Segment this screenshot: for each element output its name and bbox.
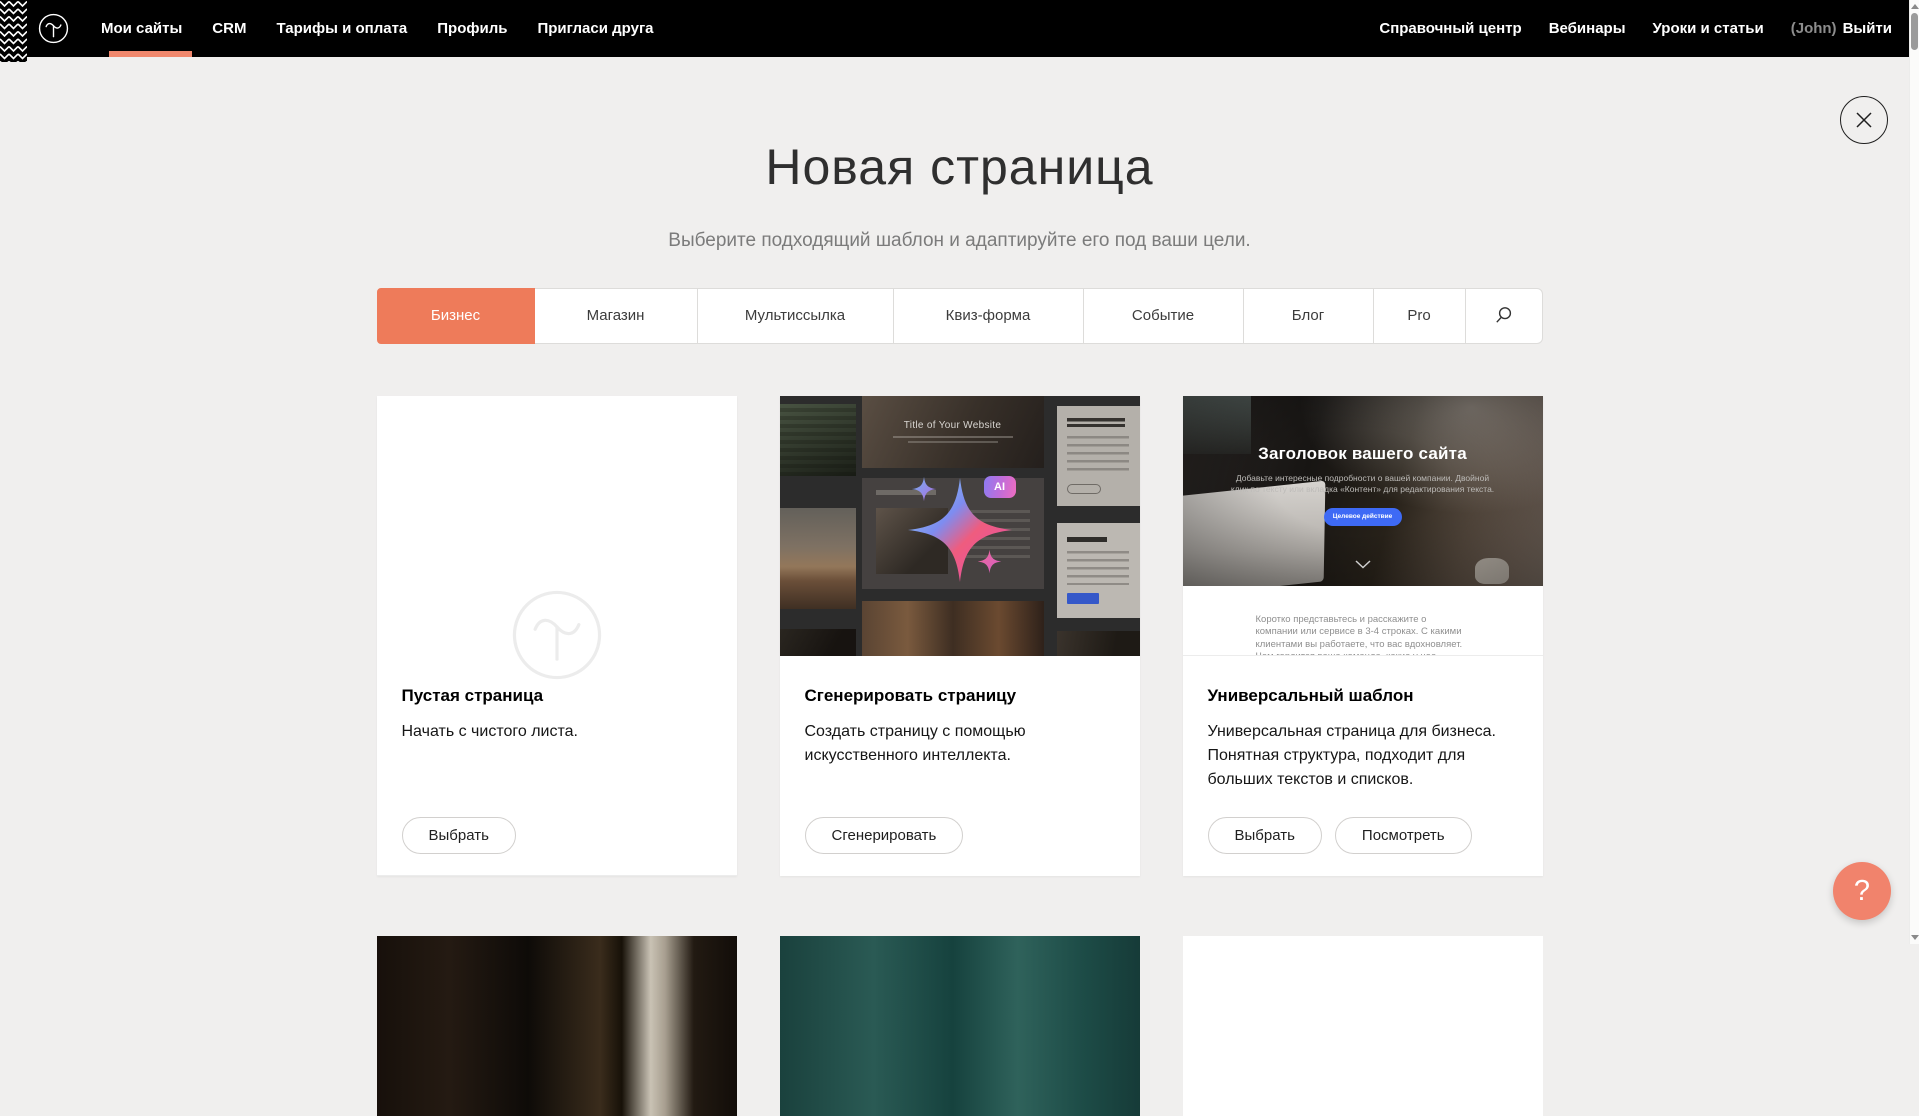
new-page-dialog: Новая страница Выберите подходящий шабло… [377,0,1543,1116]
generate-button[interactable]: Сгенерировать [805,817,964,854]
card-actions: Выбрать [402,817,516,854]
card-title: Пустая страница [402,686,712,706]
ai-badge: AI [984,476,1016,498]
collage-tile [780,508,856,609]
card-title: Сгенерировать страницу [805,686,1115,706]
collage-tile [1057,631,1140,656]
nav-item-invite-friend[interactable]: Пригласи друга [537,0,653,57]
card-description: Универсальная страница для бизнеса. Поня… [1208,720,1518,792]
collage-tile [780,629,856,656]
zigzag-pattern-decoration [0,0,27,62]
scrollbar-thumb[interactable] [1911,13,1918,50]
choose-button[interactable]: Выбрать [402,817,516,854]
card-body: Сгенерировать страницу Создать страницу … [780,656,1140,876]
tab-event[interactable]: Событие [1084,288,1244,344]
card-body: Пустая страница Начать с чистого листа. … [377,656,737,876]
ai-collage-preview: Title of Your Website [780,396,1140,656]
ai-sparkle-small-icon [911,476,937,507]
nav-item-logout[interactable]: (John) Выйти [1791,0,1892,57]
collage-tile [1057,406,1140,506]
ai-sparkle-small-icon [977,549,1002,579]
page-subtitle: Выберите подходящий шаблон и адаптируйте… [377,230,1543,252]
hero-cta-button: Целевое действие [1324,508,1402,526]
nav-item-lessons[interactable]: Уроки и статьи [1653,0,1764,57]
main-nav: Мои сайты CRM Тарифы и оплата Профиль Пр… [101,0,654,57]
card-actions: Сгенерировать [805,817,964,854]
template-category-tabs: Бизнес Магазин Мультиссылка Квиз-форма С… [377,288,1543,344]
hero-subtitle: Добавьте интересные подробности о вашей … [1227,473,1499,495]
close-icon [1854,110,1874,130]
template-intro-section: Коротко представьтесь и расскажите о ком… [1183,586,1543,656]
collage-tile [780,404,856,476]
template-hero-preview: Заголовок вашего сайта Добавьте интересн… [1183,396,1543,586]
hero-title: Заголовок вашего сайта [1258,444,1467,464]
nav-item-crm[interactable]: CRM [212,0,246,57]
tab-blog[interactable]: Блог [1244,288,1374,344]
chevron-down-icon [1355,556,1371,574]
nav-item-webinars[interactable]: Вебинары [1549,0,1626,57]
logout-label: Выйти [1843,20,1892,37]
template-card-partial[interactable] [780,936,1140,1116]
tab-business[interactable]: Бизнес [377,288,535,344]
tab-store[interactable]: Магазин [535,288,698,344]
template-grid: Пустая страница Начать с чистого листа. … [377,396,1543,1116]
template-card-blank-page[interactable]: Пустая страница Начать с чистого листа. … [377,396,737,876]
user-name: (John) [1791,20,1837,37]
template-card-partial[interactable] [1183,936,1543,1116]
card-title: Универсальный шаблон [1208,686,1518,706]
collage-tile [1057,523,1140,618]
tilda-logo[interactable] [38,0,69,57]
scrollbar-down-arrow[interactable] [1911,935,1919,940]
tab-pro[interactable]: Pro [1374,288,1466,344]
tab-quiz-form[interactable]: Квиз-форма [894,288,1084,344]
collage-site-title: Title of Your Website [904,420,1001,431]
close-button[interactable] [1840,96,1888,144]
card-body: Универсальный шаблон Универсальная стран… [1183,656,1543,876]
search-icon [1494,306,1513,325]
nav-item-help-center[interactable]: Справочный центр [1379,0,1521,57]
vertical-scrollbar [1909,0,1919,944]
nav-item-profile[interactable]: Профиль [437,0,507,57]
secondary-nav: Справочный центр Вебинары Уроки и статьи… [1379,0,1909,57]
collage-tile-website-hero: Title of Your Website [862,396,1044,468]
tab-multilink[interactable]: Мультиссылка [698,288,894,344]
card-actions: Выбрать Посмотреть [1208,817,1472,854]
template-card-partial[interactable] [377,936,737,1116]
nav-item-my-sites[interactable]: Мои сайты [101,0,182,57]
page-title: Новая страница [377,141,1543,194]
template-intro-text: Коротко представьтесь и расскажите о ком… [1256,614,1470,656]
nav-item-pricing[interactable]: Тарифы и оплата [276,0,407,57]
card-description: Создать страницу с помощью искусственног… [805,720,1115,768]
help-button[interactable]: ? [1833,862,1891,920]
template-card-universal[interactable]: Заголовок вашего сайта Добавьте интересн… [1183,396,1543,876]
template-card-ai-generate[interactable]: Title of Your Website [780,396,1140,876]
tab-search[interactable] [1466,288,1543,344]
collage-tile [862,601,1044,656]
scrollbar-up-arrow[interactable] [1911,4,1919,9]
card-description: Начать с чистого листа. [402,720,712,744]
preview-button[interactable]: Посмотреть [1335,817,1472,854]
top-navbar: Мои сайты CRM Тарифы и оплата Профиль Пр… [0,0,1909,57]
universal-template-preview: Заголовок вашего сайта Добавьте интересн… [1183,396,1543,656]
choose-button[interactable]: Выбрать [1208,817,1322,854]
